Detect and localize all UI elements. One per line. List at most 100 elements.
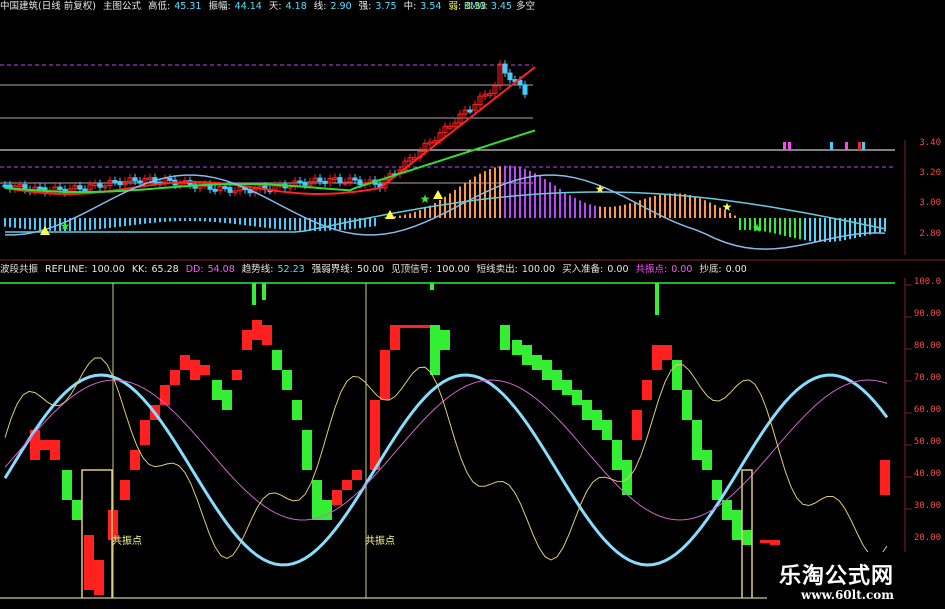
- top-signal-value: 100.00: [436, 264, 470, 275]
- candle-body: [112, 180, 118, 184]
- star-marker: ★: [60, 219, 71, 233]
- signal-block: [370, 400, 380, 470]
- price-axis-label: 3.20: [919, 168, 941, 178]
- signal-block: [212, 380, 222, 400]
- small-candle: [862, 142, 865, 150]
- top-signal-label: 见顶信号:: [391, 264, 433, 275]
- stock-title[interactable]: 中国建筑(日线 前复权): [0, 1, 96, 12]
- signal-block: [722, 500, 732, 520]
- signal-block: [200, 365, 210, 375]
- triangle-marker: [433, 190, 443, 199]
- candle-body: [57, 186, 63, 190]
- ma-red-line: [4, 66, 536, 195]
- signal-block: [682, 390, 692, 420]
- boundary-value: 50.00: [356, 264, 385, 275]
- indicator-axis-label: 30.00: [913, 501, 941, 511]
- watermark-title: 乐淘公式网: [779, 563, 895, 589]
- resonance-caption: 共振点: [112, 536, 142, 547]
- star-marker: ★: [722, 200, 733, 214]
- candle-body: [357, 179, 363, 186]
- dd-line: [4, 379, 888, 521]
- signal-block: [312, 480, 322, 520]
- indicator-axis-label: 100.0: [913, 277, 941, 287]
- signal-block: [430, 325, 440, 375]
- small-candle: [845, 142, 848, 150]
- candle-body: [467, 109, 473, 113]
- signal-block: [40, 440, 50, 450]
- signal-block: [522, 345, 532, 365]
- signal-block: [592, 410, 602, 430]
- candle-body: [227, 187, 233, 193]
- strong-label: 强:: [358, 1, 372, 12]
- high-value: 45.31: [174, 1, 202, 12]
- signal-block: [562, 380, 572, 395]
- trend-value: 52.23: [277, 264, 305, 275]
- candle-body: [212, 188, 218, 192]
- candle-body: [522, 84, 528, 95]
- candle-body: [352, 177, 358, 181]
- kk-label: KK:: [131, 264, 148, 275]
- signal-block: [742, 530, 752, 545]
- signal-block: [342, 480, 352, 490]
- indicator-axis-label: 80.00: [913, 341, 941, 351]
- signal-block: [652, 345, 662, 370]
- dd-value: 54.08: [207, 264, 235, 275]
- small-candle: [783, 142, 786, 150]
- signal-block: [120, 480, 130, 500]
- signal-block: [692, 420, 702, 460]
- signal-block: [282, 370, 292, 390]
- short-sell-label: 短线卖出:: [476, 264, 518, 275]
- signal-block: [252, 320, 262, 340]
- candle-body: [2, 184, 8, 188]
- kma-value: 3.45: [490, 1, 512, 12]
- signal-block: [612, 440, 622, 470]
- formula-name[interactable]: 主图公式: [103, 1, 141, 12]
- resonance-caption: 共振点: [365, 536, 395, 547]
- star-marker: ★: [420, 192, 431, 206]
- signal-block: [50, 440, 60, 460]
- signal-block: [272, 350, 282, 370]
- signal-block: [642, 380, 652, 400]
- signal-block: [222, 390, 232, 410]
- signal-block: [410, 325, 420, 328]
- signal-block: [62, 470, 72, 500]
- kma-state: 多空: [515, 1, 535, 12]
- bottom-buy-value: 0.00: [725, 264, 747, 275]
- signal-block: [420, 325, 430, 328]
- dd-label: DD:: [185, 264, 204, 275]
- short-sell-value: 100.00: [521, 264, 556, 275]
- indicator-name[interactable]: 波段共振: [0, 264, 38, 275]
- signal-block: [390, 325, 400, 350]
- line-value: 2.90: [330, 1, 352, 12]
- signal-block: [170, 370, 180, 385]
- signal-block: [500, 325, 510, 350]
- weak-label: 弱:: [448, 1, 462, 12]
- mid-value: 3.54: [420, 1, 442, 12]
- boundary-label: 强弱界线:: [311, 264, 353, 275]
- signal-block: [72, 500, 82, 520]
- candle-body: [37, 186, 43, 190]
- main-chart-header: 中国建筑(日线 前复权) 主图公式 高低: 45.31 振幅: 44.14 天: 4.…: [0, 0, 490, 14]
- chart-canvas: ★ ★ ★ ★ ★: [0, 60, 945, 600]
- signal-block: [302, 430, 312, 470]
- candle-body: [137, 180, 143, 184]
- indicator-header: 波段共振 REFLINE: 100.00 KK: 65.28 DD: 54.08 趋势…: [0, 263, 751, 277]
- refline-label: REFLINE:: [45, 264, 88, 275]
- amp-label: 振幅:: [208, 1, 231, 12]
- signal-block: [582, 400, 592, 420]
- signal-block: [662, 345, 672, 360]
- signal-line: [5, 174, 886, 250]
- signal-block: [732, 510, 742, 540]
- bottom-buy-label: 抄底:: [699, 264, 722, 275]
- resonance-value: 0.00: [671, 264, 693, 275]
- strong-value: 3.75: [375, 1, 397, 12]
- signal-block: [512, 340, 522, 355]
- signal-block: [880, 460, 890, 495]
- candle-body: [82, 188, 88, 192]
- small-candle: [830, 142, 833, 150]
- signal-block: [190, 360, 200, 380]
- day-label: 天:: [268, 1, 282, 12]
- indicator-axis-label: 50.00: [913, 437, 941, 447]
- indicator-axis-label: 60.00: [913, 405, 941, 415]
- top-signal-bar: [252, 283, 256, 305]
